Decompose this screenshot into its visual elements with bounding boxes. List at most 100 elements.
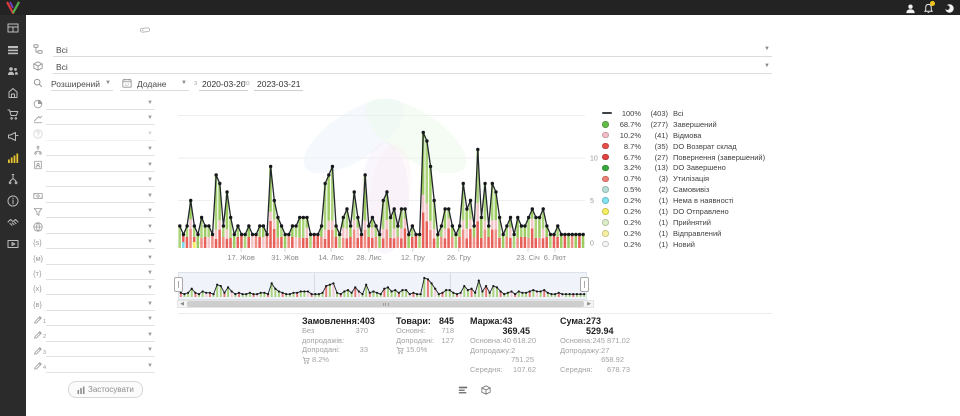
legend-item[interactable]: 68.7%(277)Завершений (602, 119, 778, 130)
customers-icon[interactable] (7, 65, 19, 77)
partners-icon[interactable] (7, 216, 19, 228)
brace-icon: {м} (33, 254, 46, 263)
list-icon[interactable] (458, 385, 468, 395)
product-filter-field[interactable] (53, 62, 772, 74)
analytics-icon[interactable] (7, 152, 19, 164)
legend-label: Відправлений (668, 229, 721, 238)
stats-sub-value: 678.73 (607, 365, 630, 375)
trend-icon (33, 114, 46, 124)
filter-select-field[interactable]: ▼ (46, 344, 155, 357)
funnel-icon (33, 207, 46, 217)
connections-icon[interactable] (7, 173, 19, 185)
stats-sub-value: 40 618.20 (503, 336, 536, 346)
filter-select-field[interactable]: ▼ (46, 313, 155, 326)
top-bar (0, 0, 960, 15)
legend-item[interactable]: 0.7%(3)Утилізація (602, 173, 778, 184)
stats-sub-value: 33 (360, 345, 368, 355)
pie-icon (33, 99, 46, 109)
legend-item[interactable]: 8.7%(35)DO Возврат склад (602, 141, 778, 152)
filter-select-field[interactable]: ▼ (46, 236, 155, 249)
filter-select-field[interactable]: ▼ (46, 190, 155, 203)
chevron-down-icon[interactable]: ▼ (764, 46, 770, 52)
video-icon[interactable] (7, 238, 19, 250)
legend-item[interactable]: 0.2%(1)Прийнятий (602, 217, 778, 228)
filter-select-field[interactable]: ▼ (46, 267, 155, 280)
date-field-underline (120, 79, 189, 91)
hierarchy-icon (33, 145, 46, 155)
svg-text:10: 10 (590, 156, 598, 163)
legend-label: Утилізація (668, 174, 709, 183)
legend-percent: 0.5% (616, 185, 641, 194)
filter-select-field[interactable]: ▼ (46, 128, 155, 141)
money-icon (33, 191, 46, 201)
filter-select-field[interactable]: ▼ (46, 205, 155, 218)
user-icon[interactable] (905, 3, 916, 14)
chevron-down-icon[interactable]: ▼ (764, 63, 770, 69)
stats-label: Маржа: (470, 316, 502, 336)
legend-item[interactable]: 0.2%(1)Новий (602, 239, 778, 250)
cart-icon[interactable] (7, 108, 19, 120)
legend-item[interactable]: 0.2%(1)DO Отправлено (602, 206, 778, 217)
badge-icon (33, 160, 46, 170)
section-divider (178, 313, 772, 314)
legend-dot-marker (602, 176, 616, 183)
legend-dot-marker (602, 186, 616, 193)
marketing-icon[interactable] (7, 130, 19, 142)
filter-select-field[interactable]: ▼ (46, 252, 155, 265)
date-to-label: по (242, 80, 250, 87)
filter-select-field[interactable]: ▼ (46, 143, 155, 156)
store-icon[interactable] (7, 87, 19, 99)
theme-icon[interactable] (944, 3, 955, 14)
legend-item[interactable]: 6.7%(27)Повернення (завершений) (602, 152, 778, 163)
scroll-right-icon[interactable]: ▶ (585, 300, 593, 308)
legend-item[interactable]: 0.2%(1)Відправлений (602, 228, 778, 239)
app-logo-icon (6, 1, 20, 14)
legend-item[interactable]: 100%(403)Всі (602, 108, 778, 119)
legend-item[interactable]: 0.2%(1)Нема в наявності (602, 195, 778, 206)
dashboard-icon[interactable] (7, 22, 19, 34)
legend-count: (1) (641, 196, 668, 205)
search-icon[interactable] (33, 78, 43, 88)
stats-sub-label: Допродані: (302, 345, 340, 355)
legend-item[interactable]: 10.2%(41)Відмова (602, 130, 778, 141)
filter-select-field[interactable]: ▼ (46, 112, 155, 125)
filter-select-field[interactable]: ▼ (46, 360, 155, 373)
filter-select-field[interactable]: ▼ (46, 282, 155, 295)
filter-select-field[interactable]: ▼ (46, 298, 155, 311)
orders-icon[interactable] (7, 44, 19, 56)
legend-dot-marker (602, 165, 616, 172)
legend-item[interactable]: 0.5%(2)Самовивіз (602, 184, 778, 195)
chevron-down-icon: ▼ (147, 162, 155, 168)
stats-sub-label: Допродані: (396, 336, 434, 346)
apply-button[interactable]: Застосувати (68, 381, 143, 398)
upsell-percent: 15.0% (406, 345, 427, 355)
navigator-handle-right[interactable] (580, 277, 589, 292)
filter-select-field[interactable]: ▼ (46, 97, 155, 110)
filter-select-field[interactable]: ▼ (46, 329, 155, 342)
filter-select-field[interactable]: ▼ (46, 174, 155, 187)
legend-line-marker (602, 112, 616, 114)
legend-label: Прийнятий (668, 218, 711, 227)
chevron-down-icon: ▼ (147, 363, 155, 369)
tag-icon[interactable] (140, 25, 150, 35)
bell-icon[interactable] (923, 3, 934, 14)
chevron-down-icon: ▼ (147, 316, 155, 322)
horizontal-scrollbar[interactable]: ◀ ▶ (177, 300, 594, 308)
legend-item[interactable]: 3.2%(13)DO Завершено (602, 163, 778, 174)
date-to-input[interactable]: 2023-03-21 (254, 79, 303, 91)
info-icon[interactable] (7, 195, 19, 207)
legend-count: (1) (641, 240, 668, 249)
stats-sub-label: Допродажу: (560, 346, 601, 365)
filter-select-field[interactable]: ▼ (46, 159, 155, 172)
status-filter-field[interactable] (53, 45, 772, 57)
filter-select-field[interactable]: ▼ (46, 221, 155, 234)
legend-label: Всі (668, 109, 683, 118)
package-icon[interactable] (481, 385, 491, 395)
scroll-left-icon[interactable]: ◀ (178, 300, 186, 308)
chevron-down-icon: ▼ (147, 239, 155, 245)
scrollbar-thumb[interactable] (187, 301, 584, 307)
navigator-handle-left[interactable] (174, 277, 183, 292)
stats-value: 403 (360, 316, 375, 326)
apply-button-label: Застосувати (88, 385, 134, 394)
pencil-icon: 1 (33, 315, 46, 325)
